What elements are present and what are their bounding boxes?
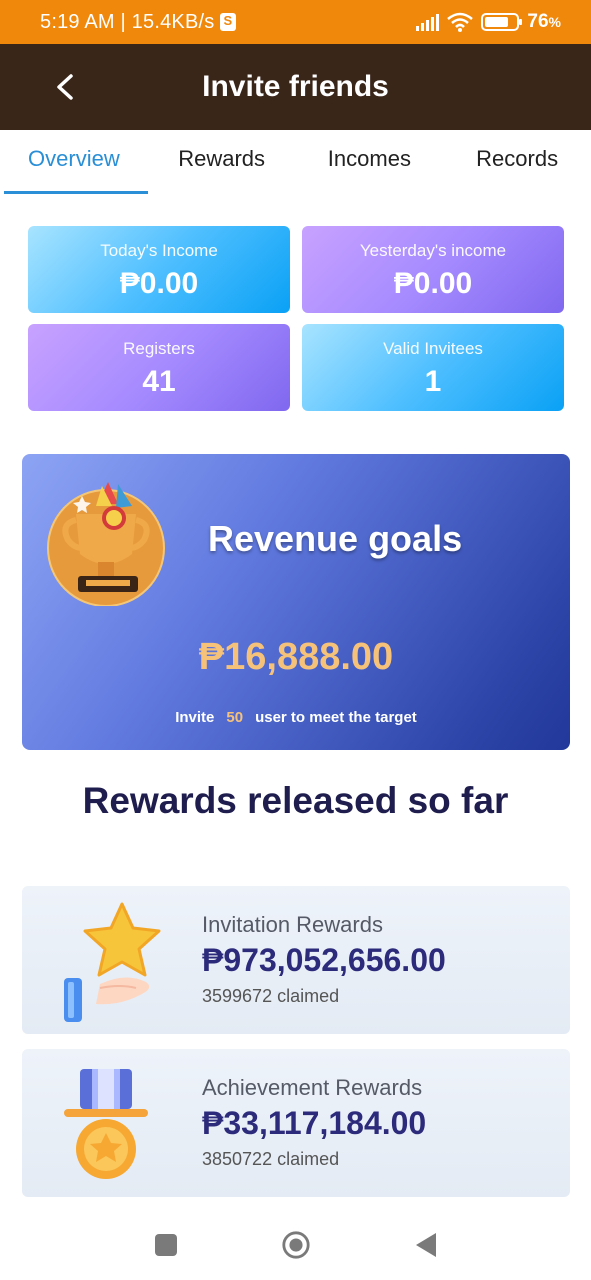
invite-suffix: user to meet the target <box>255 709 417 726</box>
trophy-icon <box>47 482 165 606</box>
invitation-rewards-amount: ₱973,052,656.00 <box>202 942 446 978</box>
yesterday-income-label: Yesterday's income <box>359 241 507 260</box>
achievement-rewards-card: Achievement Rewards ₱33,117,184.00 38507… <box>22 1049 570 1197</box>
tab-incomes[interactable]: Incomes <box>296 130 444 196</box>
tab-records[interactable]: Records <box>443 130 591 196</box>
square-icon <box>154 1234 177 1256</box>
yesterday-income-value: ₱0.00 <box>393 267 473 300</box>
today-income-value: ₱0.00 <box>119 267 199 300</box>
app-header: Invite friends <box>0 44 591 130</box>
invitation-rewards-card: Invitation Rewards ₱973,052,656.00 35996… <box>22 886 570 1034</box>
invite-friends-screen: 5:19 AM | 15.4KB/s 76% Invite friends Ov… <box>0 0 591 1280</box>
valid-invitees-label: Valid Invitees <box>383 339 483 358</box>
star-hand-icon <box>64 902 161 1022</box>
recent-apps-button[interactable] <box>151 1230 181 1260</box>
invite-count: 50 <box>226 709 244 726</box>
tab-rewards[interactable]: Rewards <box>148 130 296 196</box>
achievement-rewards-title: Achievement Rewards <box>202 1075 423 1100</box>
valid-invitees-value: 1 <box>424 365 442 398</box>
battery-icon <box>481 13 523 31</box>
valid-invitees-card: Valid Invitees 1 <box>302 324 564 411</box>
registers-card: Registers 41 <box>28 324 290 411</box>
status-indicators: 76% <box>416 11 561 33</box>
rewards-section-title: Rewards released so far <box>82 780 509 821</box>
status-bar: 5:19 AM | 15.4KB/s 76% <box>0 0 591 44</box>
home-button[interactable] <box>281 1230 311 1260</box>
home-circle-icon <box>281 1231 310 1259</box>
invitation-rewards-title: Invitation Rewards <box>202 912 383 937</box>
page-title: Invite friends <box>202 70 389 103</box>
yesterday-income-card: Yesterday's income ₱0.00 <box>302 226 564 313</box>
system-nav-bar <box>0 1210 591 1280</box>
registers-value: 41 <box>142 365 176 398</box>
invite-prefix: Invite <box>175 709 215 726</box>
back-arrow-icon[interactable] <box>48 68 84 106</box>
status-time-speed: 5:19 AM | 15.4KB/s <box>40 10 215 33</box>
today-income-label: Today's Income <box>100 241 218 260</box>
revenue-goal-title: Revenue goals <box>208 518 463 559</box>
invitation-rewards-claimed: 3599672 claimed <box>202 986 340 1006</box>
system-back-button[interactable] <box>411 1230 441 1260</box>
achievement-rewards-amount: ₱33,117,184.00 <box>202 1105 427 1141</box>
today-income-card: Today's Income ₱0.00 <box>28 226 290 313</box>
tab-bar: Overview Rewards Incomes Records <box>0 130 591 196</box>
achievement-rewards-claimed: 3850722 claimed <box>202 1149 340 1169</box>
shopping-bag-icon <box>220 13 237 31</box>
medal-icon <box>64 1069 148 1179</box>
tab-overview[interactable]: Overview <box>0 130 148 196</box>
registers-label: Registers <box>123 339 195 358</box>
revenue-goal-banner: Revenue goals ₱16,888.00 Invite 50 user to… <box>22 454 570 750</box>
revenue-goal-amount: ₱16,888.00 <box>198 636 394 678</box>
wifi-icon <box>447 12 474 32</box>
signal-icon <box>416 13 440 31</box>
battery-percent: 76 <box>527 11 549 32</box>
back-triangle-icon <box>415 1233 436 1257</box>
revenue-goal-instruction: Invite 50 user to meet the target <box>22 709 570 726</box>
